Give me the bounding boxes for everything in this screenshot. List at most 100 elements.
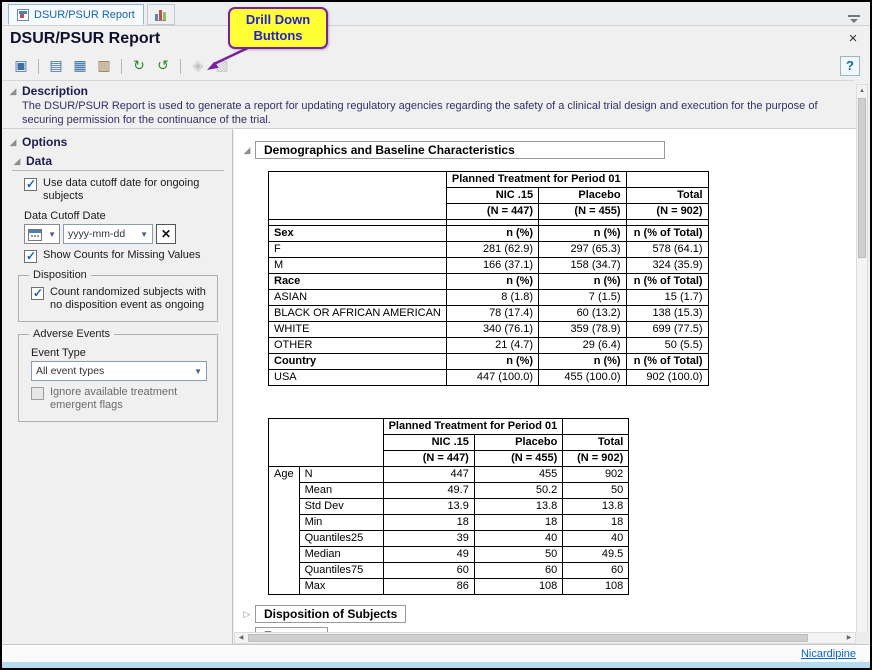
table-cell: 902	[563, 467, 629, 483]
table-cell: 108	[563, 579, 629, 595]
table-header-cell: (N = 902)	[626, 204, 708, 220]
cutoff-date-controls: ▼ yyyy-mm-dd ▼ ✕	[24, 224, 228, 244]
toolbar-button-group: ▣▤▦▥↻↺◈▧	[10, 55, 233, 77]
close-icon[interactable]: ×	[844, 31, 862, 47]
table-cell: USA	[269, 370, 447, 386]
table-cell: 13.9	[383, 499, 474, 515]
use-cutoff-label: Use data cutoff date for ongoing subject…	[43, 177, 215, 203]
notes-icon[interactable]: ▥	[93, 55, 115, 77]
table-cell: Country	[269, 354, 447, 370]
show-missing-label: Show Counts for Missing Values	[43, 249, 201, 262]
disclosure-triangle-icon[interactable]	[12, 156, 22, 166]
table-cell: n (% of Total)	[626, 274, 708, 290]
table-header-cell: (N = 447)	[383, 451, 474, 467]
date-format-dropdown[interactable]: yyyy-mm-dd ▼	[63, 224, 153, 244]
table-cell: Age	[269, 467, 300, 595]
table-cell: 60 (13.2)	[539, 306, 627, 322]
event-type-label: Event Type	[31, 347, 213, 359]
use-cutoff-checkbox[interactable]	[24, 178, 37, 191]
collapsed-sections: Disposition of Subjects Exposure Adverse…	[240, 605, 856, 632]
horizontal-scrollbar-thumb[interactable]	[248, 634, 808, 642]
horizontal-scrollbar[interactable]	[234, 632, 856, 644]
title-row: DSUR/PSUR Report ×	[2, 26, 870, 52]
table-cell: 60	[474, 563, 562, 579]
table-header-cell: (N = 447)	[446, 204, 538, 220]
section-title[interactable]: Disposition of Subjects	[255, 605, 406, 623]
chevron-down-icon: ▼	[140, 230, 148, 239]
open-report-icon[interactable]: ▣	[10, 55, 32, 77]
collapse-ribbon-icon[interactable]	[848, 15, 860, 25]
table-header-cell: (N = 455)	[539, 204, 627, 220]
event-type-value: All event types	[36, 365, 104, 377]
table-header-cell: (N = 902)	[563, 451, 629, 467]
table-cell: ASIAN	[269, 290, 447, 306]
disclosure-triangle-icon[interactable]	[242, 609, 252, 619]
table-header-cell: NIC .15	[383, 435, 474, 451]
table-header-cell: Placebo	[474, 435, 562, 451]
table-cell: F	[269, 242, 447, 258]
demographics-table: Planned Treatment for Period 01NIC .15Pl…	[268, 171, 709, 386]
toolbar-separator	[121, 59, 122, 74]
table-cell: 50.2	[474, 483, 562, 499]
tab-label: DSUR/PSUR Report	[34, 9, 135, 21]
table-cell: 447	[383, 467, 474, 483]
ignore-flags-label: Ignore available treatment emergent flag…	[50, 386, 200, 412]
table-cell: Mean	[299, 483, 383, 499]
disclosure-triangle-icon[interactable]	[242, 145, 252, 155]
dataset-link[interactable]: Nicardipine	[801, 648, 856, 660]
clear-date-button[interactable]: ✕	[156, 224, 176, 244]
scroll-left-icon[interactable]	[235, 633, 247, 643]
disclosure-triangle-icon[interactable]	[8, 137, 18, 147]
table-cell: 902 (100.0)	[626, 370, 708, 386]
table-cell: Max	[299, 579, 383, 595]
show-missing-checkbox[interactable]	[24, 250, 37, 263]
app-window: DSUR/PSUR Report DSUR/PSUR Report × ▣ ▤▦▥…	[0, 0, 872, 670]
calendar-picker-button[interactable]: ▼	[24, 224, 60, 244]
table-cell: 108	[474, 579, 562, 595]
tab-dsur-psur-report[interactable]: DSUR/PSUR Report	[8, 4, 144, 25]
disposition-checkbox-row: Count randomized subjects with no dispos…	[31, 286, 209, 312]
cutoff-date-label: Data Cutoff Date	[24, 210, 228, 222]
table-cell: Median	[299, 547, 383, 563]
section-demographics: Demographics and Baseline Characteristic…	[242, 141, 856, 159]
table-cell: 50 (5.5)	[626, 338, 708, 354]
table-cell: 324 (35.9)	[626, 258, 708, 274]
table-cell: 13.8	[563, 499, 629, 515]
table-cell: BLACK OR AFRICAN AMERICAN	[269, 306, 447, 322]
table-cell: 297 (65.3)	[539, 242, 627, 258]
table-cell: Std Dev	[299, 499, 383, 515]
bar-chart-icon	[155, 9, 166, 21]
tab-chart[interactable]	[147, 4, 175, 25]
table-cell: 78 (17.4)	[446, 306, 538, 322]
table-header-cell: Planned Treatment for Period 01	[446, 172, 626, 188]
scrollbar-corner	[856, 632, 868, 644]
date-format-value: yyyy-mm-dd	[68, 228, 125, 240]
rerun-analysis-icon[interactable]: ↻	[128, 55, 150, 77]
table-cell: 50	[563, 483, 629, 499]
scroll-up-icon[interactable]	[857, 85, 867, 97]
scroll-right-icon[interactable]	[843, 633, 855, 643]
table-cell: 340 (76.1)	[446, 322, 538, 338]
adverse-events-group: Adverse Events Event Type All event type…	[18, 334, 218, 422]
table-header-cell: Placebo	[539, 188, 627, 204]
age-statistics-table: Planned Treatment for Period 01NIC .15Pl…	[268, 418, 629, 595]
vertical-scrollbar[interactable]	[856, 84, 868, 644]
event-type-dropdown[interactable]: All event types ▼	[31, 361, 207, 381]
table-cell: 455 (100.0)	[539, 370, 627, 386]
table-cell: n (%)	[446, 354, 538, 370]
description-text: The DSUR/PSUR Report is used to generate…	[22, 100, 848, 127]
disposition-group-label: Disposition	[29, 269, 91, 281]
data-table-icon[interactable]: ▤	[45, 55, 67, 77]
disclosure-triangle-icon[interactable]	[8, 86, 18, 96]
vertical-scrollbar-thumb[interactable]	[858, 98, 866, 258]
refresh-data-icon[interactable]: ↺	[152, 55, 174, 77]
help-button[interactable]: ?	[840, 56, 860, 76]
disposition-checkbox[interactable]	[31, 287, 44, 300]
ignore-flags-checkbox-row: Ignore available treatment emergent flag…	[31, 386, 209, 412]
section-title-demographics[interactable]: Demographics and Baseline Characteristic…	[255, 141, 665, 159]
table-cell: 158 (34.7)	[539, 258, 627, 274]
table-cell: 8 (1.8)	[446, 290, 538, 306]
table-cell: 40	[474, 531, 562, 547]
summary-table-icon[interactable]: ▦	[69, 55, 91, 77]
table-cell: 49	[383, 547, 474, 563]
